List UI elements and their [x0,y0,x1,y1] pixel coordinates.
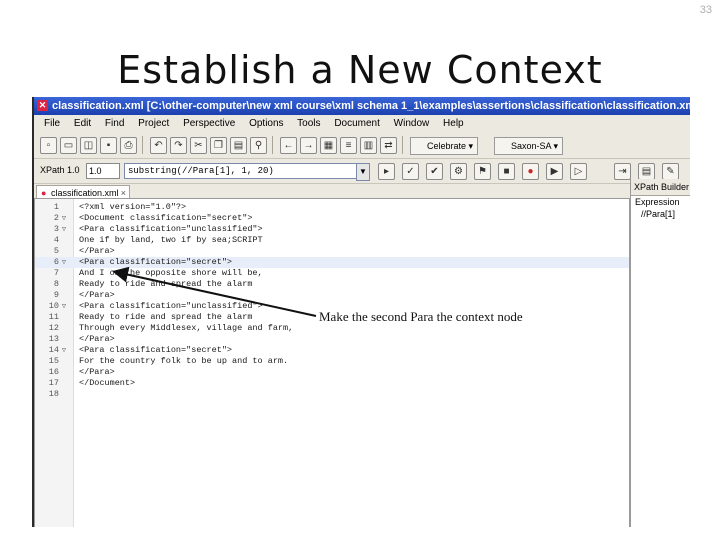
annotation-text: Make the second Para the context node [319,309,523,324]
annotation-arrow [112,266,317,317]
